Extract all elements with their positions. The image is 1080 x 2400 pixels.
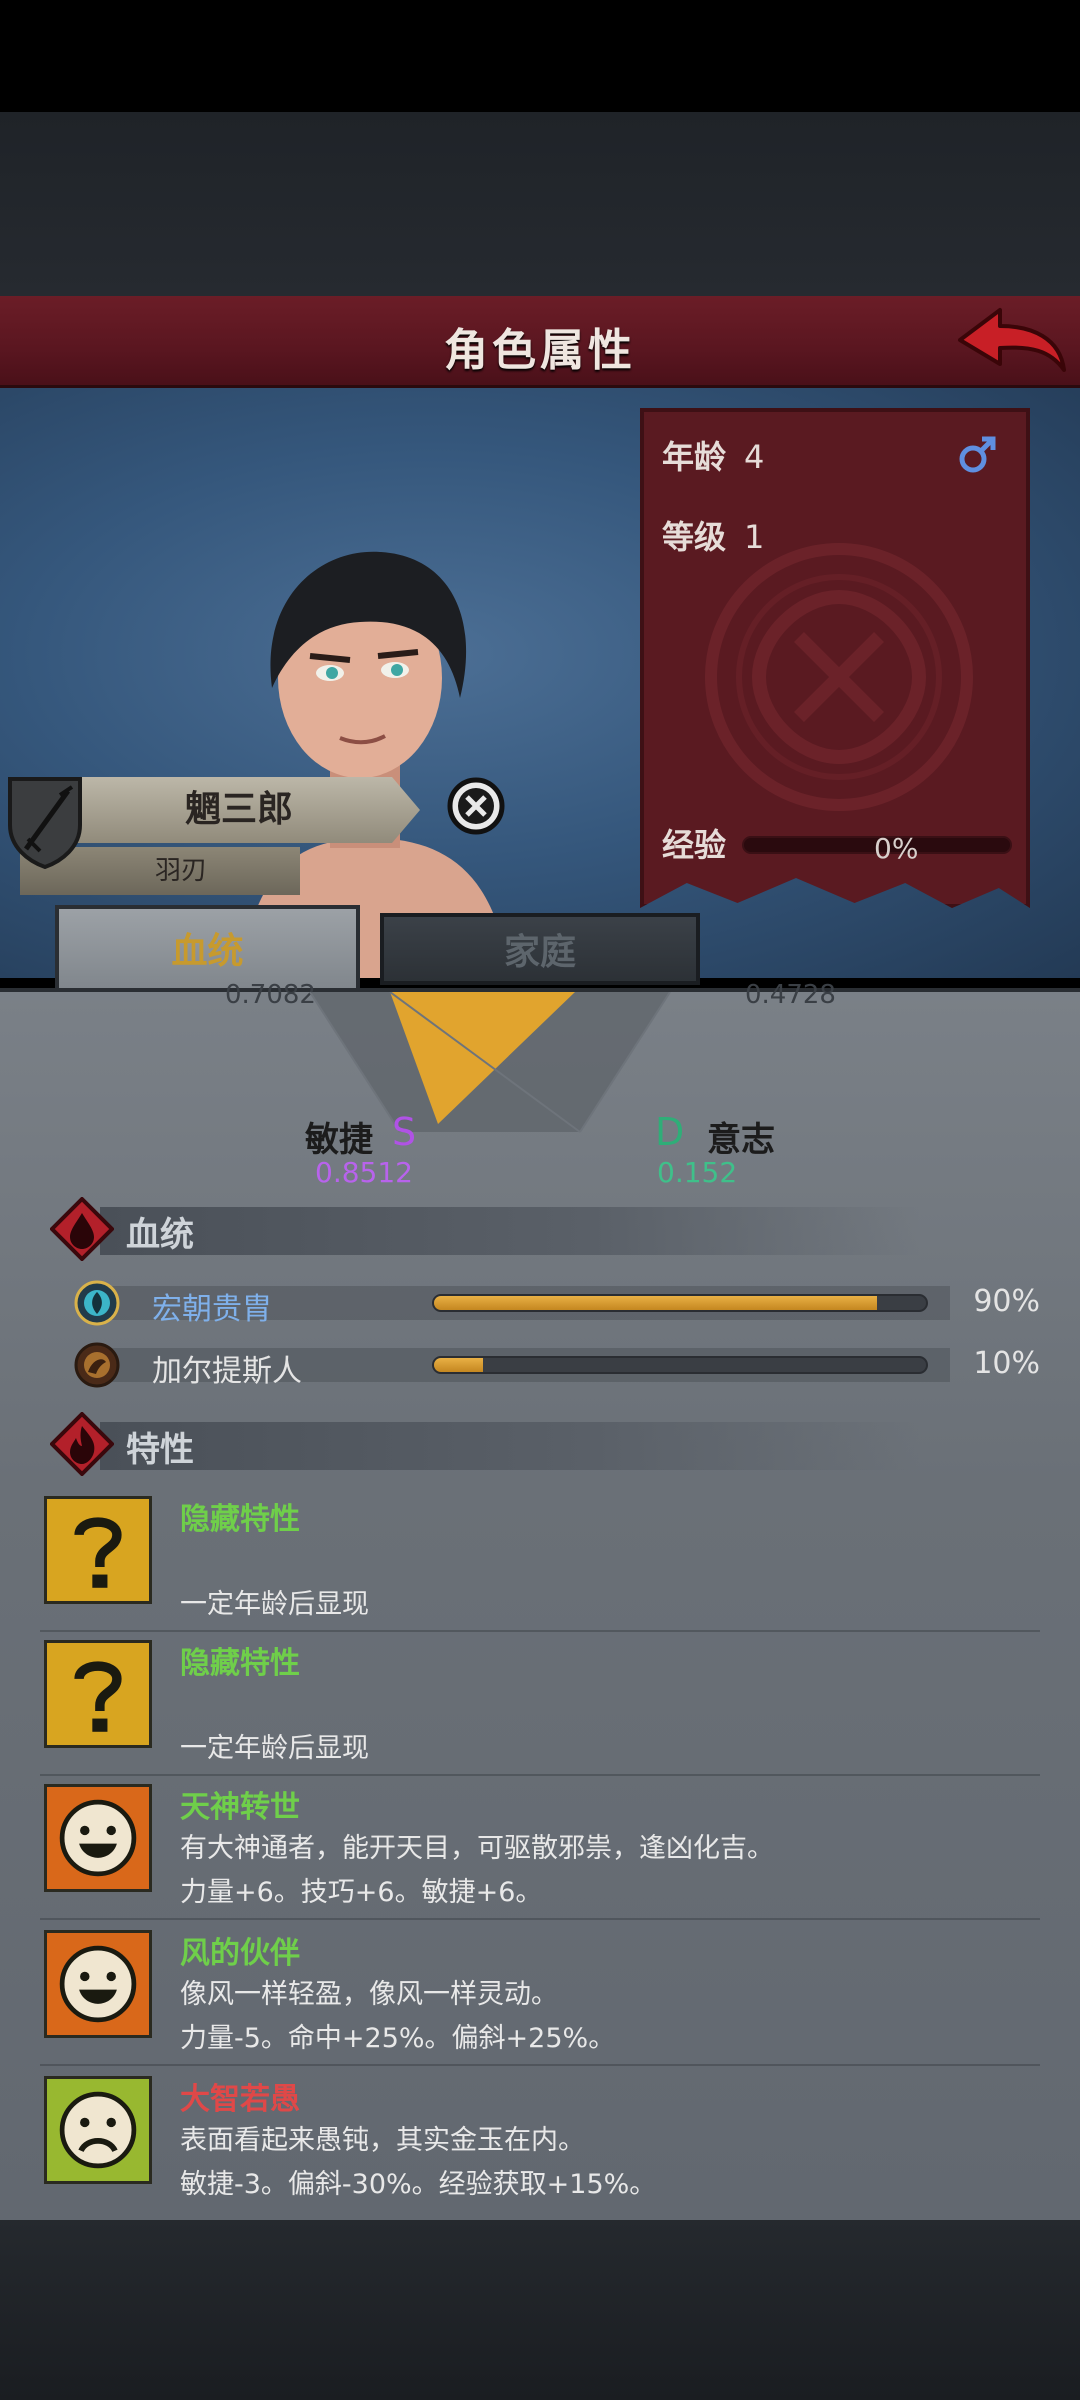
trait-row[interactable]: 大智若愚 表面看起来愚钝，其实金玉在内。 敏捷-3。偏斜-30%。经验获取+15… (40, 2072, 1040, 2212)
exp-value: 0% (874, 832, 919, 865)
trait-effect: 一定年龄后显现 (180, 1589, 369, 1620)
radar-cut-value-right: 0.4728 (745, 980, 836, 1010)
top-backdrop (0, 112, 1080, 298)
tab-family[interactable]: 家庭 (380, 913, 700, 985)
trait-name: 隐藏特性 (180, 1502, 300, 1537)
section-banner (100, 1422, 920, 1470)
back-arrow-icon[interactable] (952, 304, 1070, 380)
bloodline-section-header: 血统 (40, 1197, 920, 1261)
bloodline-row: 宏朝贵胄 90% (70, 1278, 1040, 1328)
agility-grade: S (392, 1110, 417, 1154)
trait-description: 有大神通者，能开天目，可驱散邪祟，逢凶化吉。 (180, 1833, 774, 1864)
bloodline-bar-fill (434, 1358, 484, 1372)
name-plate: 魍三郎 羽刃 (0, 773, 420, 908)
trait-effect: 一定年龄后显现 (180, 1733, 369, 1764)
tab-bloodline[interactable]: 血统 (55, 905, 360, 990)
shield-sword-icon (8, 777, 82, 869)
traits-section-header: 特性 (40, 1412, 920, 1476)
trait-row[interactable]: 天神转世 有大神通者，能开天目，可驱散邪祟，逢凶化吉。 力量+6。技巧+6。敏捷… (40, 1780, 1040, 1920)
agility-value: 0.8512 (315, 1156, 413, 1189)
exp-label: 经验 (662, 826, 727, 864)
blood-drop-icon (50, 1197, 114, 1261)
will-grade: D (655, 1110, 685, 1154)
will-value: 0.152 (657, 1156, 738, 1189)
stats-card: 年龄 4 等级 1 经验 0% (640, 408, 1030, 908)
title-bar: 角色属性 (0, 296, 1080, 388)
trait-effect: 力量+6。技巧+6。敏捷+6。 (180, 1877, 543, 1908)
trait-row[interactable]: 隐藏特性 一定年龄后显现 (40, 1492, 1040, 1632)
bloodline-panel: 0.7082 0.4728 敏捷 S 0.8512 D 意志 0.152 血统 … (0, 980, 1080, 2220)
bloodline-emblem-icon (74, 1280, 120, 1326)
happy-face-icon (44, 1784, 152, 1892)
bloodline-row: 加尔提斯人 10% (70, 1340, 1040, 1390)
trait-effect: 敏捷-3。偏斜-30%。经验获取+15%。 (180, 2169, 657, 2200)
bloodline-section-title: 血统 (126, 1215, 194, 1255)
level-row: 等级 1 (662, 512, 764, 558)
bloodline-bar (432, 1294, 928, 1312)
page-title: 角色属性 (444, 325, 636, 376)
trait-description: 像风一样轻盈，像风一样灵动。 (180, 1979, 558, 2010)
will-label: 意志 (707, 1120, 775, 1160)
trait-name: 隐藏特性 (180, 1646, 300, 1681)
question-icon (44, 1496, 152, 1604)
level-value: 1 (744, 518, 765, 556)
section-banner (100, 1207, 920, 1255)
trait-row[interactable]: 风的伙伴 像风一样轻盈，像风一样灵动。 力量-5。命中+25%。偏斜+25%。 (40, 1926, 1040, 2066)
tab-bar: 血统 家庭 (0, 905, 1080, 995)
close-icon[interactable] (446, 776, 506, 836)
bloodline-bar (432, 1356, 928, 1374)
age-label: 年龄 (662, 438, 727, 476)
exp-row: 经验 0% (662, 820, 1012, 866)
bloodline-name: 加尔提斯人 (152, 1354, 302, 1389)
bloodline-percent: 10% (973, 1346, 1040, 1381)
bloodline-name: 宏朝贵胄 (152, 1292, 272, 1327)
bloodline-emblem-icon (74, 1342, 120, 1388)
trait-description: 表面看起来愚钝，其实金玉在内。 (180, 2125, 585, 2156)
trait-effect: 力量-5。命中+25%。偏斜+25%。 (180, 2023, 616, 2054)
happy-face-icon (44, 1930, 152, 2038)
agility-label: 敏捷 (305, 1120, 373, 1160)
male-icon (959, 436, 996, 473)
level-label: 等级 (662, 518, 727, 556)
trait-name: 大智若愚 (180, 2082, 300, 2117)
age-value: 4 (744, 438, 765, 476)
bloodline-bar-fill (434, 1296, 877, 1310)
bottom-backdrop (0, 2220, 1080, 2400)
trait-row[interactable]: 隐藏特性 一定年龄后显现 (40, 1636, 1040, 1776)
exp-bar: 0% (742, 832, 1012, 865)
sad-face-icon (44, 2076, 152, 2184)
traits-section-title: 特性 (126, 1430, 194, 1470)
status-bar-area (0, 0, 1080, 112)
bloodline-percent: 90% (973, 1284, 1040, 1319)
flame-icon (50, 1412, 114, 1476)
trait-name: 风的伙伴 (180, 1936, 300, 1971)
trait-name: 天神转世 (180, 1790, 300, 1825)
age-row: 年龄 4 (662, 432, 764, 478)
celtic-knot-icon (705, 543, 973, 811)
question-icon (44, 1640, 152, 1748)
portrait-area: 魍三郎 羽刃 年龄 4 等级 1 经验 0% (0, 388, 1080, 978)
